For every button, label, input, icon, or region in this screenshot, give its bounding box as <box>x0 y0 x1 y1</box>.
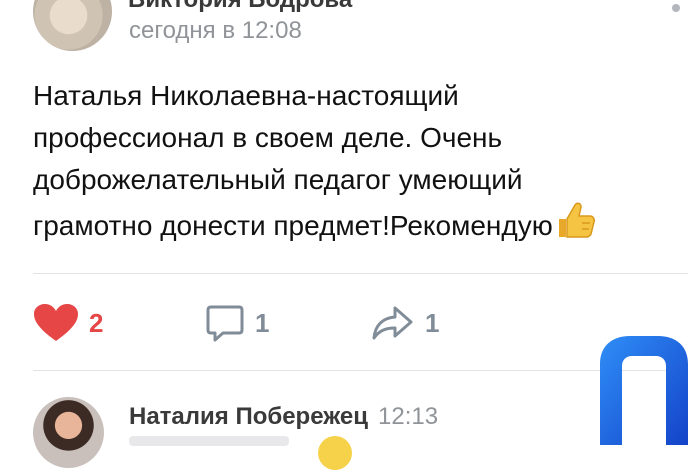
commenter-avatar[interactable] <box>33 397 104 468</box>
comment-icon <box>206 305 244 342</box>
more-options-icon[interactable] <box>666 0 686 20</box>
post-text-line: грамотно донести предмет!Рекомендую <box>33 210 553 241</box>
share-icon <box>372 306 413 340</box>
post-text-line: Наталья Николаевна-настоящий <box>33 80 459 111</box>
comment-count: 1 <box>255 307 270 338</box>
post-text-line: профессионал в своем деле. Очень <box>33 122 503 153</box>
post-text: Наталья Николаевна-настоящий профессиона… <box>33 75 673 247</box>
smile-emoji-icon <box>318 436 352 470</box>
share-count: 1 <box>425 307 440 338</box>
heart-icon <box>34 304 78 341</box>
like-button[interactable]: 2 <box>33 303 103 343</box>
author-avatar[interactable] <box>33 0 112 51</box>
post-time: сегодня в 12:08 <box>129 17 302 44</box>
comment-time: 12:13 <box>378 403 439 430</box>
author-name[interactable]: Виктория Бодрова <box>128 0 352 14</box>
watermark-logo <box>600 336 688 445</box>
divider <box>33 273 688 274</box>
divider <box>33 370 688 371</box>
next-comment-header: Наталия Побережец 12:13 <box>129 403 438 431</box>
post-text-line: доброжелательный педагог умеющий <box>33 164 523 195</box>
like-count: 2 <box>89 307 104 338</box>
thumbs-up-icon <box>558 202 595 238</box>
comment-button[interactable]: 1 <box>205 303 269 343</box>
share-button[interactable]: 1 <box>371 303 439 343</box>
commenter-name[interactable]: Наталия Побережец <box>129 403 368 430</box>
